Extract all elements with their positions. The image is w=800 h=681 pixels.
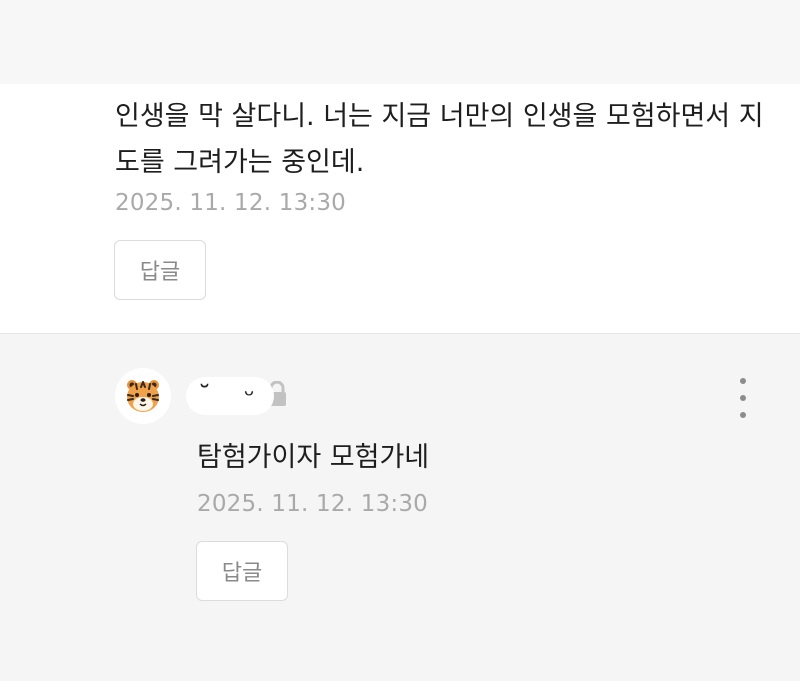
reply-text: 탐험가이자 모험가네 — [197, 442, 430, 473]
comment-item: 인생을 막 살다니. 너는 지금 너만의 인생을 모험하면서 지도를 그려가는 … — [0, 84, 800, 334]
reply-timestamp: 2025. 11. 12. 13:30 — [197, 491, 429, 517]
author-name-redacted: ˘ ᵕ — [186, 377, 274, 415]
reply-button[interactable]: 답글 — [114, 240, 206, 300]
reply-author[interactable]: ˘ ᵕ — [186, 374, 288, 418]
comment-text: 인생을 막 살다니. 너는 지금 너만의 인생을 모험하면서 지도를 그려가는 … — [115, 101, 764, 178]
tiger-avatar-icon — [115, 368, 171, 424]
more-vertical-icon[interactable] — [733, 378, 753, 418]
top-strip — [0, 0, 800, 84]
reply-item: ˘ ᵕ 탐험가이자 모험가네 2025. 11. 12. 13:30 답글 — [0, 334, 800, 681]
reply-button[interactable]: 답글 — [196, 541, 288, 601]
comment-timestamp: 2025. 11. 12. 13:30 — [115, 190, 347, 216]
